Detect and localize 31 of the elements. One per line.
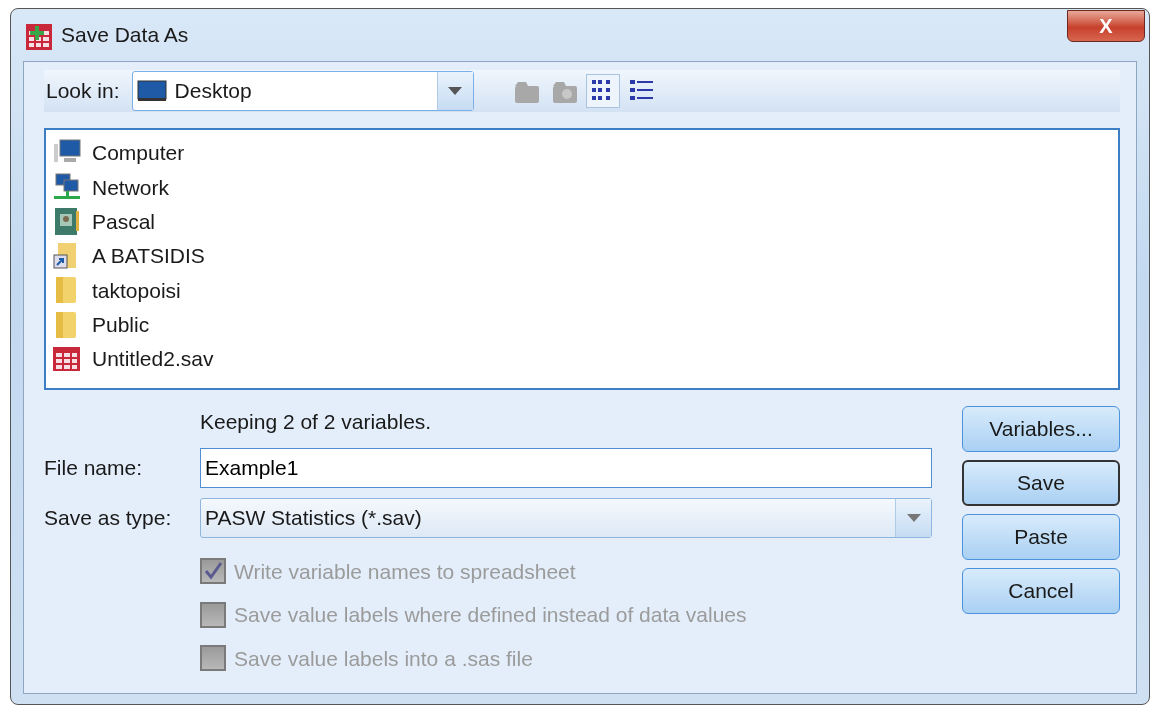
monitor-icon [136,79,167,103]
save-as-type-label: Save as type: [44,504,173,531]
file-item[interactable]: Untitled2.sav [92,343,214,375]
caret-icon [906,513,921,522]
file-item[interactable]: Public [92,308,150,341]
checkbox-label: Save value labels where defined instead of data values [234,602,747,628]
file-item[interactable]: taktopoisi [92,274,181,307]
file-item[interactable]: Network [92,171,170,204]
checkbox-label: Save value labels into a .sas file [234,645,533,672]
contact-book-icon [52,206,82,237]
file-item[interactable]: Pascal [92,206,156,238]
dropdown-value: Desktop [174,78,252,105]
spreadsheet-icon [25,22,53,51]
caret-icon [448,87,463,95]
look-in-dropdown[interactable]: Desktop [131,71,474,111]
dropdown-value: PASW Statistics (*.sav) [205,504,422,531]
dialog-button[interactable]: Cancel [962,568,1120,614]
save-as-type-dropdown[interactable]: PASW Statistics (*.sav) [200,497,932,538]
look-in-label: Look in: [46,78,120,105]
dialog-button[interactable]: Variables... [962,406,1120,452]
dialog-button[interactable]: Paste [962,514,1120,560]
window-title: Save Data As [61,22,189,49]
file-item[interactable]: A BATSIDIS [92,240,205,272]
file-name-label: File name: [44,454,144,481]
close-button[interactable]: X [1067,10,1145,42]
status-text: Keeping 2 of 2 variables. [200,409,432,435]
dialog-button[interactable]: Save [962,460,1120,506]
list-view-icon-button[interactable] [585,74,620,108]
file-item[interactable]: Computer [92,137,185,169]
file-name-field[interactable]: Example1 [200,447,932,488]
checkbox-label: Write variable names to spreadsheet [234,558,576,585]
